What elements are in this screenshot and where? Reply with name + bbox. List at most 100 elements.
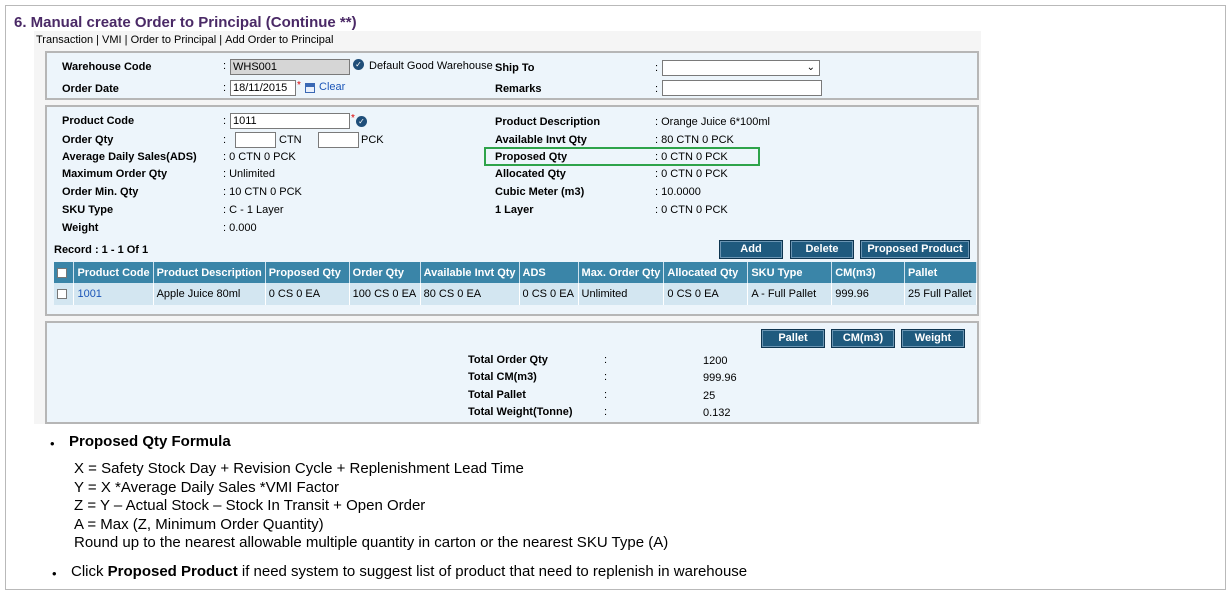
- order-date-field[interactable]: 18/11/2015: [230, 80, 296, 96]
- proposed-qty-label: Proposed Qty: [495, 151, 568, 163]
- table-cell: 0 CS 0 EA: [663, 283, 749, 305]
- colon: :: [655, 62, 659, 74]
- colon: :: [604, 389, 608, 401]
- total-cm-value: 999.96: [703, 372, 737, 384]
- product-code-link[interactable]: 1001: [73, 283, 154, 305]
- total-order-qty-value: 1200: [703, 355, 728, 367]
- colon: :: [604, 371, 608, 383]
- required-mark: *: [297, 80, 301, 91]
- click-instruction: Click Proposed Product if need system to…: [71, 563, 747, 580]
- allocated-qty-label: Allocated Qty: [495, 168, 566, 180]
- order-qty-pck-field[interactable]: [318, 132, 359, 148]
- total-pallet-value: 25: [703, 390, 716, 402]
- breadcrumb-item-vmi[interactable]: VMI: [102, 34, 122, 46]
- col-header[interactable]: Order Qty: [349, 262, 421, 283]
- table-cell: A - Full Pallet: [747, 283, 833, 305]
- ads-label: Average Daily Sales(ADS): [62, 151, 197, 163]
- select-all-checkbox[interactable]: [57, 267, 67, 278]
- calendar-icon[interactable]: [305, 83, 315, 93]
- col-header[interactable]: Allocated Qty: [663, 262, 749, 283]
- available-invt-qty-label: Available Invt Qty: [495, 134, 587, 146]
- ship-to-select[interactable]: ⌄: [662, 60, 820, 76]
- proposed-product-button[interactable]: Proposed Product: [860, 240, 970, 259]
- weight-label: Weight: [62, 222, 99, 234]
- col-header[interactable]: CM(m3): [831, 262, 905, 283]
- product-code-field[interactable]: 1011: [230, 113, 350, 129]
- breadcrumb-item-transaction[interactable]: Transaction: [36, 34, 93, 46]
- order-header-panel: Warehouse Code : WHS001 ✓ Default Good W…: [45, 51, 979, 100]
- formula-line: A = Max (Z, Minimum Order Quantity): [74, 516, 324, 533]
- breadcrumb: Transaction | VMI | Order to Principal |…: [36, 34, 334, 46]
- max-order-qty-value: : Unlimited: [223, 168, 275, 180]
- verified-check-icon: ✓: [356, 116, 367, 127]
- totals-panel: Pallet CM(m3) Weight Total Order Qty : 1…: [45, 321, 979, 424]
- remarks-field[interactable]: [662, 80, 822, 96]
- ctn-unit-label: CTN: [279, 134, 302, 146]
- col-header[interactable]: Available Invt Qty: [420, 262, 520, 283]
- col-header[interactable]: Max. Order Qty: [578, 262, 665, 283]
- max-order-qty-label: Maximum Order Qty: [62, 168, 168, 180]
- formula-line: Round up to the nearest allowable multip…: [74, 534, 669, 551]
- delete-button[interactable]: Delete: [790, 240, 854, 259]
- record-count: Record : 1 - 1 Of 1: [54, 244, 149, 256]
- bullet: •: [52, 566, 57, 581]
- select-all-header[interactable]: [54, 262, 75, 283]
- colon: :: [223, 82, 227, 94]
- table-cell: 80 CS 0 EA: [420, 283, 520, 305]
- row-select-cell[interactable]: [54, 283, 75, 305]
- pck-unit-label: PCK: [361, 134, 384, 146]
- add-button[interactable]: Add: [719, 240, 783, 259]
- sku-type-label: SKU Type: [62, 204, 114, 216]
- product-description-value: : Orange Juice 6*100ml: [655, 116, 770, 128]
- table-cell: 100 CS 0 EA: [349, 283, 421, 305]
- table-cell: 0 CS 0 EA: [519, 283, 579, 305]
- row-checkbox[interactable]: [57, 289, 67, 300]
- click-prefix: Click: [71, 563, 108, 580]
- order-qty-label: Order Qty: [62, 134, 114, 146]
- table-cell: 25 Full Pallet: [904, 283, 978, 305]
- product-panel: Product Code : 1011 * ✓ Order Qty : CTN …: [45, 105, 979, 316]
- warehouse-code-field[interactable]: WHS001: [230, 59, 350, 75]
- total-pallet-label: Total Pallet: [468, 389, 526, 401]
- order-qty-ctn-field[interactable]: [235, 132, 276, 148]
- formula-title: Proposed Qty Formula: [69, 433, 231, 450]
- click-bold: Proposed Product: [107, 563, 238, 580]
- available-invt-qty-value: : 80 CTN 0 PCK: [655, 134, 734, 146]
- verified-check-icon: ✓: [353, 59, 364, 70]
- clear-date-link[interactable]: Clear: [319, 81, 345, 93]
- product-description-label: Product Description: [495, 116, 601, 128]
- col-header[interactable]: Product Description: [153, 262, 266, 283]
- col-header[interactable]: ADS: [519, 262, 579, 283]
- click-suffix: if need system to suggest list of produc…: [237, 563, 748, 580]
- formula-line: Y = X *Average Daily Sales *VMI Factor: [74, 479, 339, 496]
- cubic-meter-label: Cubic Meter (m3): [495, 186, 585, 198]
- required-mark: *: [351, 113, 355, 124]
- formula-line: Z = Y – Actual Stock – Stock In Transit …: [74, 497, 426, 514]
- order-items-table: Product Code Product Description Propose…: [54, 262, 978, 305]
- weight-button[interactable]: Weight: [901, 329, 965, 348]
- cubic-meter-value: : 10.0000: [655, 186, 701, 198]
- allocated-qty-value: : 0 CTN 0 PCK: [655, 168, 728, 180]
- slide-title: 6. Manual create Order to Principal (Con…: [14, 14, 357, 31]
- col-header[interactable]: Product Code: [73, 262, 154, 283]
- breadcrumb-item-order-to-principal[interactable]: Order to Principal: [131, 34, 217, 46]
- col-header[interactable]: SKU Type: [747, 262, 833, 283]
- table-row[interactable]: 1001 Apple Juice 80ml 0 CS 0 EA 100 CS 0…: [54, 283, 978, 305]
- col-header[interactable]: Pallet: [904, 262, 978, 283]
- proposed-qty-value: : 0 CTN 0 PCK: [655, 151, 728, 163]
- order-min-qty-label: Order Min. Qty: [62, 186, 139, 198]
- table-cell: 999.96: [831, 283, 905, 305]
- colon: :: [604, 406, 608, 418]
- total-weight-label: Total Weight(Tonne): [468, 406, 573, 418]
- col-header[interactable]: Proposed Qty: [265, 262, 350, 283]
- breadcrumb-item-add-order: Add Order to Principal: [225, 34, 334, 46]
- colon: :: [604, 354, 608, 366]
- bullet: •: [50, 436, 55, 451]
- table-cell: 0 CS 0 EA: [265, 283, 350, 305]
- product-code-label: Product Code: [62, 115, 135, 127]
- cm-button[interactable]: CM(m3): [831, 329, 895, 348]
- colon: :: [223, 60, 227, 72]
- sku-type-value: : C - 1 Layer: [223, 204, 284, 216]
- warehouse-name: Default Good Warehouse: [369, 60, 493, 72]
- pallet-button[interactable]: Pallet: [761, 329, 825, 348]
